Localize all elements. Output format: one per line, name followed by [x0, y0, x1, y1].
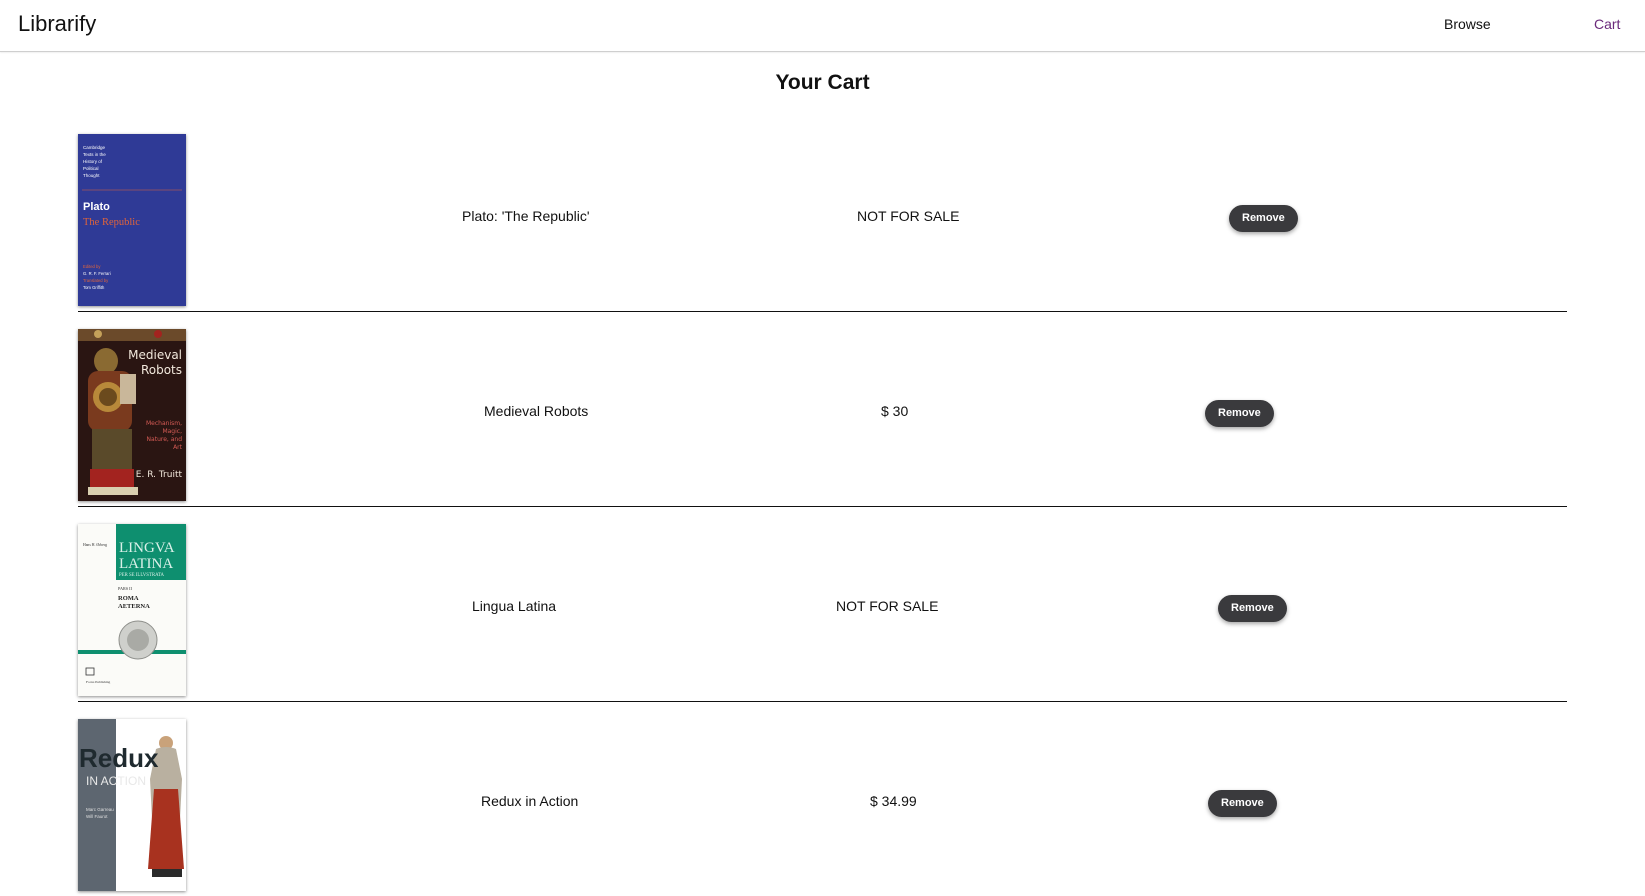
- cover-book-title: The Republic: [83, 217, 140, 228]
- cart-item-price: $ 30: [881, 403, 909, 419]
- top-nav-bar: Librarify Browse Cart: [0, 0, 1645, 52]
- cover-title-line: Medieval: [128, 348, 182, 362]
- nav-link-cart[interactable]: Cart: [1594, 16, 1620, 32]
- cover-credit: Translated by: [83, 278, 109, 283]
- cover-title-line: Robots: [141, 363, 182, 377]
- remove-button[interactable]: Remove: [1229, 205, 1298, 232]
- book-cover-image: Cambridge Texts in the History of Politi…: [78, 134, 186, 306]
- cart-item-title: Redux in Action: [481, 793, 579, 809]
- cover-subtitle: PER SE ILLVSTRATA: [119, 573, 165, 578]
- cover-series-line: Texts in the: [83, 152, 106, 157]
- cart-item-row: Redux IN ACTION Marc Garreau Will Faurot…: [78, 701, 1567, 896]
- cart-item-title: Lingua Latina: [472, 598, 557, 614]
- book-cover-image: Hans H. Ørberg LINGVA LATINA PER SE ILLV…: [78, 524, 186, 696]
- cover-credit: G. R. F. Ferrari: [83, 271, 111, 276]
- cover-credit: Tom Griffith: [83, 285, 105, 290]
- book-cover-image: Redux IN ACTION Marc Garreau Will Faurot: [78, 719, 186, 891]
- cover-author: Hans H. Ørberg: [83, 543, 107, 547]
- cart-item-row: Hans H. Ørberg LINGVA LATINA PER SE ILLV…: [78, 506, 1567, 702]
- page-title: Your Cart: [775, 71, 870, 94]
- cover-title-line: LATINA: [119, 556, 173, 572]
- remove-button[interactable]: Remove: [1208, 790, 1277, 817]
- cover-credit: Edited by: [83, 264, 101, 269]
- cover-series-line: Cambridge: [83, 145, 106, 150]
- remove-button[interactable]: Remove: [1218, 595, 1287, 622]
- cover-book-title: AETERNA: [118, 603, 150, 610]
- cover-author: Will Faurot: [86, 814, 108, 819]
- cover-title-line: Redux: [79, 743, 159, 773]
- cover-publisher: Focus Publishing: [86, 680, 110, 684]
- cover-subtitle: Magic,: [162, 428, 182, 435]
- cover-series-line: History of: [83, 159, 103, 164]
- cover-subtitle: Art: [173, 444, 183, 451]
- cart-item-price: NOT FOR SALE: [836, 598, 939, 614]
- brand-logo[interactable]: Librarify: [18, 11, 96, 37]
- cover-part: PARS II: [118, 586, 133, 591]
- nav-link-browse[interactable]: Browse: [1444, 16, 1491, 32]
- cover-author: E. R. Truitt: [136, 470, 183, 480]
- cover-subtitle: Mechanism,: [146, 420, 182, 427]
- cover-author: Marc Garreau: [86, 807, 114, 812]
- remove-button[interactable]: Remove: [1205, 400, 1274, 427]
- cart-item-price: NOT FOR SALE: [857, 208, 960, 224]
- cover-subtitle: Nature, and: [147, 436, 183, 443]
- cover-title-line: LINGVA: [119, 540, 175, 556]
- cart-item-title: Plato: 'The Republic': [462, 208, 590, 224]
- cart-item-row: Cambridge Texts in the History of Politi…: [78, 116, 1567, 312]
- cover-title-line: IN ACTION: [86, 774, 146, 788]
- cover-series-line: Political: [83, 166, 99, 171]
- cover-author: Plato: [83, 201, 110, 213]
- cart-item-row: Medieval Robots Mechanism, Magic, Nature…: [78, 311, 1567, 507]
- book-cover-image: Medieval Robots Mechanism, Magic, Nature…: [78, 329, 186, 501]
- cover-book-title: ROMA: [118, 595, 139, 602]
- cover-series-line: Thought: [83, 173, 100, 178]
- cart-item-title: Medieval Robots: [484, 403, 589, 419]
- cart-item-price: $ 34.99: [870, 793, 917, 809]
